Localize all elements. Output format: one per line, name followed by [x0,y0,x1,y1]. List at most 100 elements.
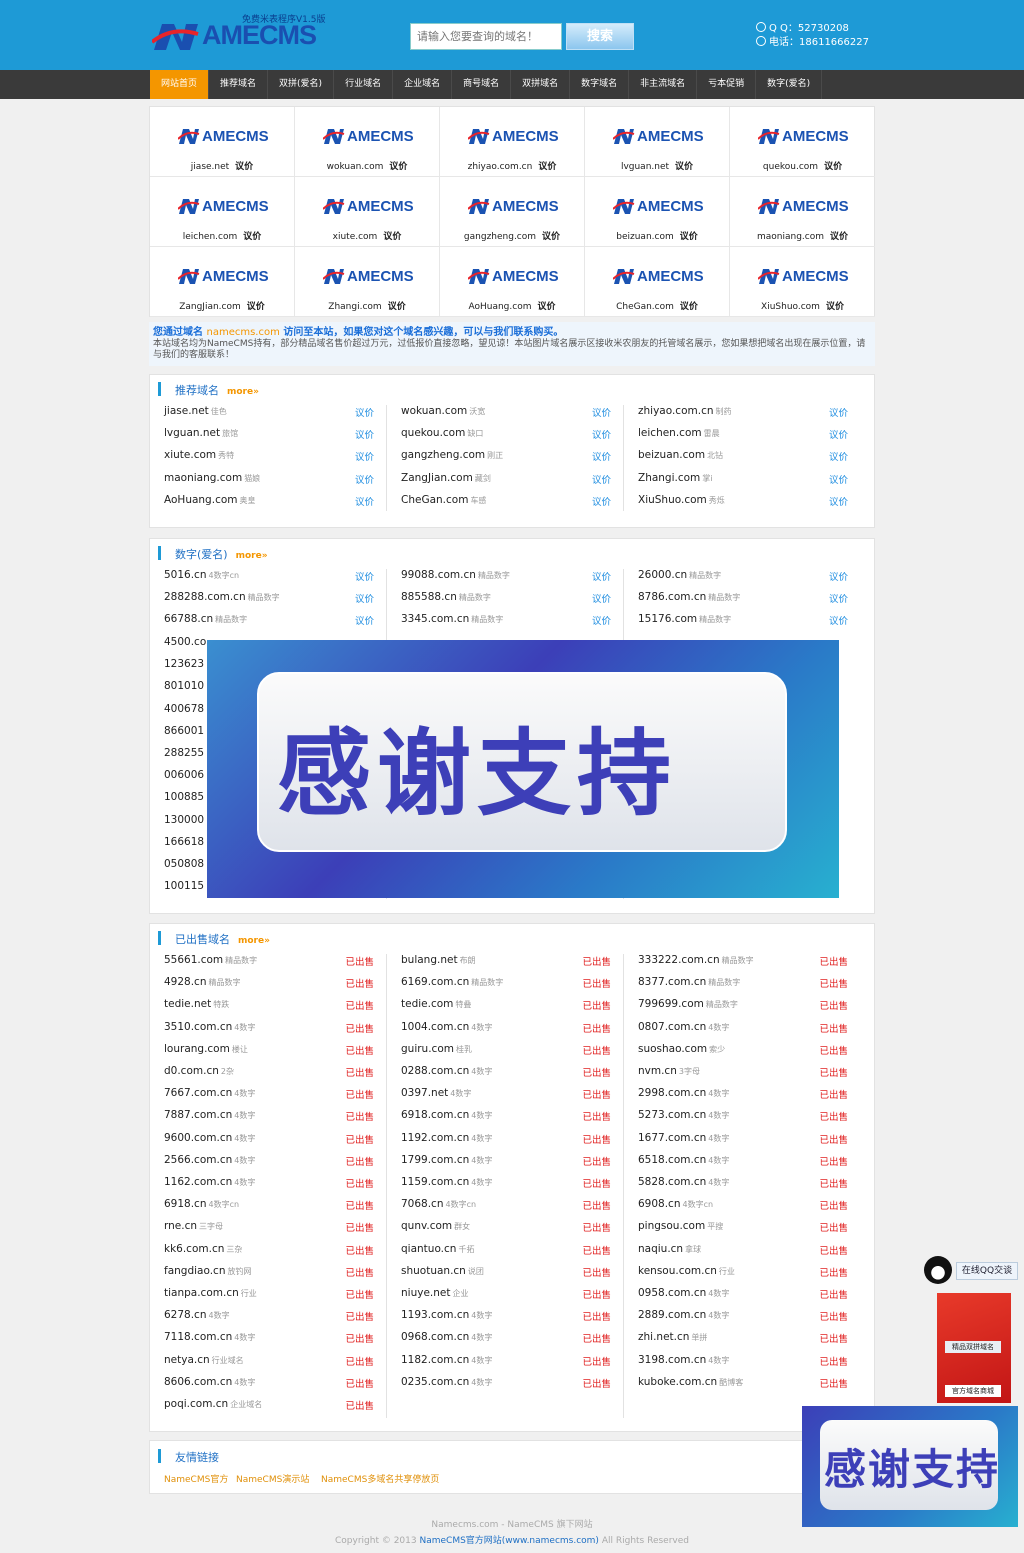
featured-domain-card[interactable]: AMECMS gangzheng.com 议价 [440,177,585,247]
qq-chat-widget[interactable]: 在线QQ交谈 [924,1256,1018,1284]
sold-domain-row[interactable]: 7667.com.cn 4数字 已出售 [164,1087,374,1107]
nav-item[interactable]: 企业域名 [393,70,453,99]
side-thanks-popup[interactable]: 感谢支持 [802,1406,1018,1527]
nav-item[interactable]: 亏本促销 [697,70,757,99]
sold-domain-row[interactable]: 0397.net 4数字 已出售 [401,1087,611,1107]
domain-name[interactable]: 8606.com.cn [164,1376,232,1388]
domain-name[interactable]: AoHuang.com [164,494,238,506]
sold-domain-row[interactable]: fangdiao.cn 放钓网 已出售 [164,1265,374,1285]
domain-name[interactable]: qiantuo.cn [401,1243,456,1255]
sold-domain-row[interactable]: 0288.com.cn 4数字 已出售 [401,1065,611,1085]
sold-domain-row[interactable]: nvm.cn 3字母 已出售 [638,1065,848,1085]
site-logo[interactable]: 免费米表程序V1.5版 AMECMS [150,10,335,60]
domain-row[interactable]: 99088.com.cn 精品数字 议价 [401,569,611,589]
domain-name[interactable]: niuye.net [401,1287,450,1299]
sold-domain-row[interactable]: 9600.com.cn 4数字 已出售 [164,1132,374,1152]
domain-name[interactable]: 7068.cn [401,1198,444,1210]
domain-name[interactable]: tedie.com [401,998,453,1010]
domain-name[interactable]: beizuan.com [638,449,705,461]
domain-name[interactable]: 1182.com.cn [401,1354,469,1366]
price-button[interactable]: 议价 [355,427,374,441]
domain-name[interactable]: 6918.cn [164,1198,207,1210]
price-button[interactable]: 议价 [829,472,848,486]
nav-item[interactable]: 数字域名 [570,70,630,99]
friend-link[interactable]: NameCMS多域名共享停放页 [321,1472,439,1485]
domain-row[interactable]: quekou.com 缺口 议价 [401,427,611,447]
domain-name[interactable]: jiase.net [164,405,209,417]
featured-domain-card[interactable]: AMECMS xiute.com 议价 [295,177,440,247]
domain-name[interactable]: 123623 [164,658,204,670]
domain-name[interactable]: maoniang.com [164,472,242,484]
price-button[interactable]: 议价 [592,449,611,463]
featured-domain-card[interactable]: AMECMS jiase.net 议价 [150,107,295,177]
domain-name[interactable]: 3345.com.cn [401,613,469,625]
sold-domain-row[interactable]: 3198.com.cn 4数字 已出售 [638,1354,848,1374]
price-button[interactable]: 议价 [592,613,611,627]
sold-domain-row[interactable]: lourang.com 楼让 已出售 [164,1043,374,1063]
price-button[interactable]: 议价 [829,613,848,627]
price-button[interactable]: 议价 [355,472,374,486]
sold-domain-row[interactable]: netya.cn 行业域名 已出售 [164,1354,374,1374]
domain-row[interactable]: wokuan.com 沃宽 议价 [401,405,611,425]
sold-domain-row[interactable]: kk6.com.cn 三杂 已出售 [164,1243,374,1263]
domain-name[interactable]: 4928.cn [164,976,207,988]
domain-name[interactable]: 1193.com.cn [401,1309,469,1321]
nav-item[interactable]: 商号域名 [452,70,512,99]
price-button[interactable]: 议价 [592,569,611,583]
domain-name[interactable]: 2998.com.cn [638,1087,706,1099]
search-button[interactable]: 搜索 [566,23,634,50]
domain-name[interactable]: poqi.com.cn [164,1398,228,1410]
sold-domain-row[interactable]: 6908.cn 4数字cn 已出售 [638,1198,848,1218]
domain-name[interactable]: zhi.net.cn [638,1331,689,1343]
domain-name[interactable]: 166618 [164,836,204,848]
domain-name[interactable]: 6278.cn [164,1309,207,1321]
sold-domain-row[interactable]: 8377.com.cn 精品数字 已出售 [638,976,848,996]
domain-name[interactable]: leichen.com [638,427,702,439]
sold-domain-row[interactable]: tedie.net 特跌 已出售 [164,998,374,1018]
featured-domain-card[interactable]: AMECMS XiuShuo.com 议价 [730,247,875,317]
domain-name[interactable]: 288255 [164,747,204,759]
domain-name[interactable]: naqiu.cn [638,1243,683,1255]
domain-row[interactable]: 15176.com 精品数字 议价 [638,613,848,633]
price-button[interactable]: 议价 [355,569,374,583]
domain-name[interactable]: lourang.com [164,1043,230,1055]
price-button[interactable]: 议价 [355,613,374,627]
domain-row[interactable]: zhiyao.com.cn 制药 议价 [638,405,848,425]
sold-domain-row[interactable]: kensou.com.cn 行业 已出售 [638,1265,848,1285]
friend-link[interactable]: NameCMS演示站 [236,1472,309,1485]
sold-domain-row[interactable]: 333222.com.cn 精品数字 已出售 [638,954,848,974]
sold-domain-row[interactable]: d0.com.cn 2杂 已出售 [164,1065,374,1085]
sold-domain-row[interactable]: guiru.com 桂乳 已出售 [401,1043,611,1063]
domain-name[interactable]: shuotuan.cn [401,1265,466,1277]
domain-name[interactable]: 5273.com.cn [638,1109,706,1121]
domain-name[interactable]: 0807.com.cn [638,1021,706,1033]
featured-domain-card[interactable]: AMECMS wokuan.com 议价 [295,107,440,177]
domain-name[interactable]: tedie.net [164,998,211,1010]
domain-name[interactable]: 799699.com [638,998,704,1010]
sold-domain-row[interactable]: 6169.com.cn 精品数字 已出售 [401,976,611,996]
domain-name[interactable]: fangdiao.cn [164,1265,225,1277]
featured-domain-card[interactable]: AMECMS ZangJian.com 议价 [150,247,295,317]
domain-name[interactable]: 0288.com.cn [401,1065,469,1077]
numeric-more-link[interactable]: more» [236,551,268,561]
domain-name[interactable]: 1192.com.cn [401,1132,469,1144]
domain-row[interactable]: XiuShuo.com 秀烁 议价 [638,494,848,514]
domain-name[interactable]: ZangJian.com [401,472,473,484]
sold-domain-row[interactable]: pingsou.com 平搜 已出售 [638,1220,848,1240]
sold-domain-row[interactable]: 7118.com.cn 4数字 已出售 [164,1331,374,1351]
domain-name[interactable]: 0235.com.cn [401,1376,469,1388]
domain-name[interactable]: 8377.com.cn [638,976,706,988]
domain-name[interactable]: 9600.com.cn [164,1132,232,1144]
sold-more-link[interactable]: more» [238,936,270,946]
sold-domain-row[interactable]: 0958.com.cn 4数字 已出售 [638,1287,848,1307]
sold-domain-row[interactable]: shuotuan.cn 说团 已出售 [401,1265,611,1285]
sold-domain-row[interactable]: 5828.com.cn 4数字 已出售 [638,1176,848,1196]
nav-item[interactable]: 数字(爱名) [756,70,823,99]
domain-name[interactable]: guiru.com [401,1043,454,1055]
domain-name[interactable]: tianpa.com.cn [164,1287,239,1299]
sold-domain-row[interactable]: 6918.cn 4数字cn 已出售 [164,1198,374,1218]
sold-domain-row[interactable]: 3510.com.cn 4数字 已出售 [164,1021,374,1041]
domain-name[interactable]: 1799.com.cn [401,1154,469,1166]
thanks-overlay[interactable]: 感谢支持 [207,640,839,898]
search-input[interactable] [410,23,562,50]
